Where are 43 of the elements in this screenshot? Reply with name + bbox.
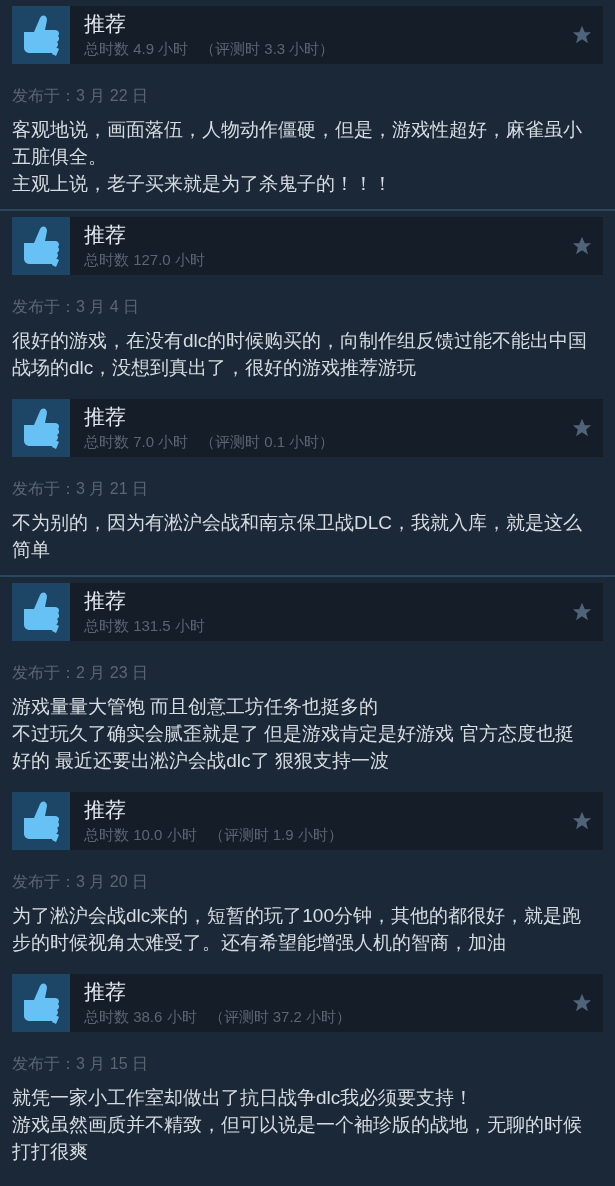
total-hours: 总时数 7.0 小时 — [84, 432, 189, 452]
star-icon[interactable] — [571, 601, 593, 623]
thumbs-up-icon — [12, 583, 70, 641]
post-date: 发布于：3 月 20 日 — [12, 872, 150, 892]
review-text: 就凭一家小工作室却做出了抗日战争dlc我必须要支持！ — [12, 1086, 475, 1110]
post-date: 发布于：3 月 4 日 — [12, 297, 141, 317]
verdict-label: 推荐 — [84, 979, 127, 1005]
review-text: 不过玩久了确实会腻歪就是了 但是游戏肯定是好游戏 官方态度也挺好的 最近还要出淞沪会战dlc了 狠狠支持一波 — [12, 722, 575, 773]
verdict-label: 推荐 — [84, 588, 127, 614]
thumbs-up-icon — [12, 217, 70, 275]
post-date: 发布于：2 月 23 日 — [12, 663, 150, 683]
total-hours: 总时数 127.0 小时 — [84, 250, 205, 270]
star-icon[interactable] — [571, 992, 593, 1014]
thumbs-up-icon — [12, 6, 70, 64]
verdict-label: 推荐 — [84, 797, 127, 823]
post-date: 发布于：3 月 22 日 — [12, 86, 150, 106]
total-hours: 总时数 38.6 小时 — [84, 1007, 197, 1027]
total-hours: 总时数 4.9 小时 — [84, 39, 189, 59]
review-text: 很好的游戏，在没有dlc的时候购买的，向制作组反馈过能不能出中国战场的dlc，没想到真出了，很好的游戏推荐游玩 — [12, 329, 589, 380]
verdict-label: 推荐 — [84, 404, 127, 430]
review-hours: （评测时 37.2 小时） — [208, 1007, 352, 1027]
review-text: 游戏量量大管饱 而且创意工坊任务也挺多的 — [12, 695, 380, 719]
star-icon[interactable] — [571, 235, 593, 257]
star-icon[interactable] — [571, 417, 593, 439]
review-text: 游戏虽然画质并不精致，但可以说是一个袖珍版的战地，无聊的时候打打很爽 — [12, 1113, 583, 1164]
review-text: 不为别的，因为有淞沪会战和南京保卫战DLC，我就入库，就是这么简单 — [12, 511, 583, 562]
total-hours: 总时数 131.5 小时 — [84, 616, 205, 636]
thumbs-up-icon — [12, 792, 70, 850]
verdict-label: 推荐 — [84, 11, 127, 37]
review-text: 为了淞沪会战dlc来的，短暂的玩了100分钟，其他的都很好，就是跑步的时候视角太难受了。还有希望能增强人机的智商，加油 — [12, 904, 582, 955]
thumbs-up-icon — [12, 974, 70, 1032]
verdict-label: 推荐 — [84, 222, 127, 248]
total-hours: 总时数 10.0 小时 — [84, 825, 197, 845]
star-icon[interactable] — [571, 810, 593, 832]
star-icon[interactable] — [571, 24, 593, 46]
review-hours: （评测时 3.3 小时） — [200, 39, 335, 59]
review-text: 主观上说，老子买来就是为了杀鬼子的！！！ — [12, 172, 393, 196]
review-hours: （评测时 1.9 小时） — [208, 825, 343, 845]
post-date: 发布于：3 月 21 日 — [12, 479, 150, 499]
post-date: 发布于：3 月 15 日 — [12, 1054, 150, 1074]
review-text: 客观地说，画面落伍，人物动作僵硬，但是，游戏性超好，麻雀虽小五脏俱全。 — [12, 118, 583, 169]
thumbs-up-icon — [12, 399, 70, 457]
review-hours: （评测时 0.1 小时） — [200, 432, 335, 452]
